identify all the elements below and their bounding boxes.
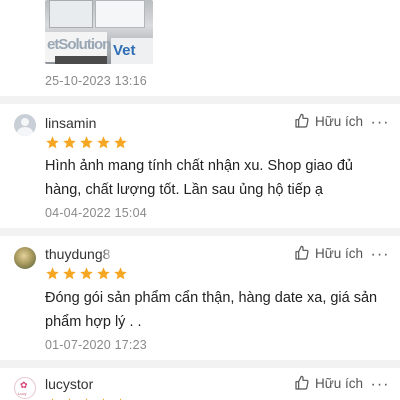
thumbs-up-icon (295, 113, 309, 128)
review-text: Đóng gói sản phẩm cẩn thận, hàng date xa… (45, 290, 378, 330)
avatar[interactable] (14, 247, 36, 269)
divider (0, 96, 400, 104)
store-logo-text: Lucy Store (18, 391, 28, 399)
helpful-label: Hữu ích (315, 375, 364, 391)
thumbs-up-icon (295, 245, 309, 260)
review-text: Hình ảnh mang tính chất nhận xu. Shop gi… (45, 158, 353, 198)
username[interactable]: lucystor (45, 376, 115, 392)
star-icon (45, 135, 60, 150)
more-icon[interactable]: ··· (370, 377, 390, 393)
star-icon (113, 135, 128, 150)
star-icon (79, 135, 94, 150)
review-card: ✿ Lucy Store lucystor Hữu ích ··· (0, 368, 400, 400)
product-box (49, 0, 93, 28)
star-icon (96, 266, 111, 281)
username[interactable]: thuydung8 (45, 246, 115, 262)
divider (0, 228, 400, 236)
thumbs-up-icon (295, 375, 309, 390)
star-icon (96, 135, 111, 150)
star-icon (62, 135, 77, 150)
review-photo[interactable]: etSolution Vet (45, 0, 153, 64)
star-icon (113, 266, 128, 281)
review-date: 25-10-2023 13:16 (45, 74, 147, 88)
review-date: 04-04-2022 15:04 (45, 206, 147, 220)
product-label-bar (55, 56, 107, 64)
helpful-button[interactable]: Hữu ích (294, 245, 363, 261)
rating-stars (45, 266, 128, 281)
more-icon[interactable]: ··· (370, 115, 390, 131)
divider (0, 360, 400, 368)
more-icon[interactable]: ··· (370, 247, 390, 263)
star-icon (45, 266, 60, 281)
product-box (95, 0, 145, 28)
review-card: etSolution Vet 25-10-2023 13:16 (0, 0, 400, 96)
helpful-label: Hữu ích (315, 113, 364, 129)
rating-stars (45, 135, 128, 150)
review-date: 01-07-2020 17:23 (45, 338, 147, 352)
username[interactable]: linsamin (45, 115, 115, 131)
helpful-button[interactable]: Hữu ích (294, 375, 363, 391)
star-icon (62, 266, 77, 281)
review-card: linsamin Hữu ích ··· Hình ảnh mang tính … (0, 104, 400, 228)
star-icon (79, 266, 94, 281)
helpful-label: Hữu ích (315, 245, 364, 261)
store-logo: ✿ (20, 381, 28, 391)
avatar[interactable]: ✿ Lucy Store (14, 377, 36, 399)
helpful-button[interactable]: Hữu ích (294, 113, 363, 129)
avatar[interactable] (14, 114, 36, 136)
product-label: Vet (111, 38, 153, 64)
review-card: thuydung8 Hữu ích ··· Đóng gói sản phẩm … (0, 236, 400, 360)
